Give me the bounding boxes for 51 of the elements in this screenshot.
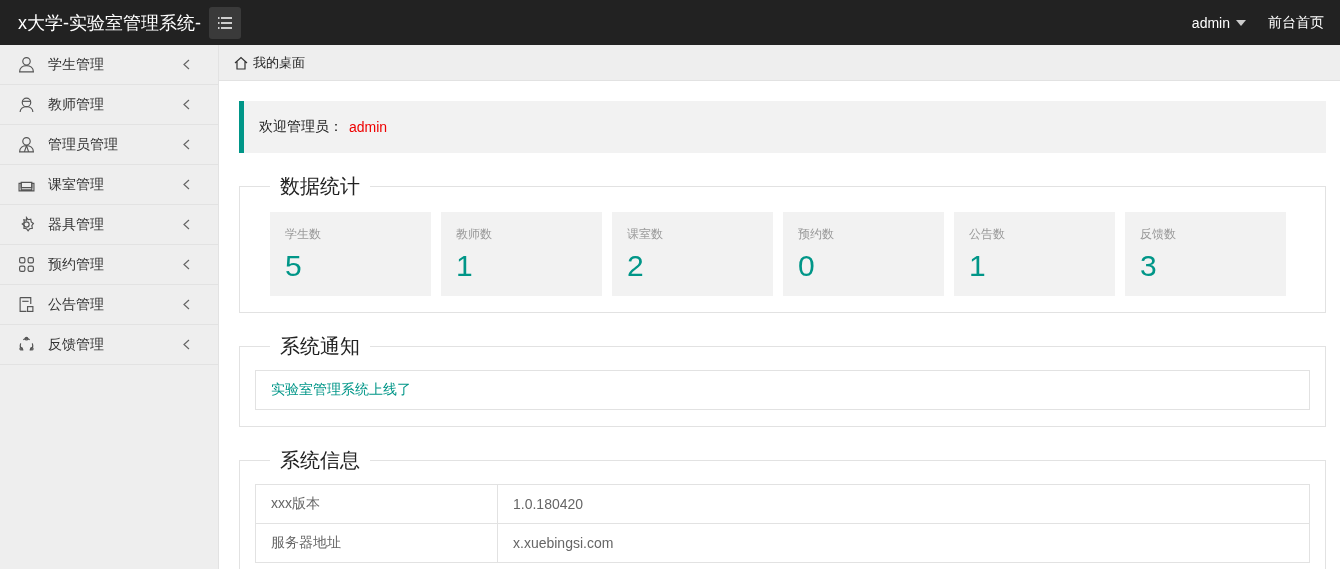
chevron-icon <box>183 219 190 230</box>
section-title: 系统通知 <box>279 334 361 359</box>
admin-icon <box>18 136 35 153</box>
grid-icon <box>18 256 35 273</box>
user-menu[interactable]: admin <box>1191 14 1246 31</box>
admin-name: admin <box>349 119 388 135</box>
document-icon <box>18 296 35 313</box>
chevron-icon <box>183 59 190 70</box>
stat-label: 课室数 <box>627 226 664 243</box>
table-cell: 服务器地址 <box>255 523 498 563</box>
user-icon <box>18 56 35 73</box>
stat-label: 教师数 <box>456 226 493 243</box>
section-title: 数据统计 <box>279 174 361 199</box>
stat-value: 3 <box>1140 249 1158 283</box>
stat-value: 1 <box>969 249 987 283</box>
sidebar-item[interactable]: 课室管理 <box>0 165 218 205</box>
menu-icon <box>217 16 233 29</box>
stat-value: 5 <box>285 249 303 283</box>
desktop-tab[interactable]: 我的桌面 <box>234 53 305 72</box>
stat-label: 公告数 <box>969 226 1006 243</box>
sidebar-item[interactable]: 学生管理 <box>0 45 218 85</box>
home-link[interactable]: 前台首页 <box>1268 13 1324 32</box>
sidebar-item[interactable]: 预约管理 <box>0 245 218 285</box>
sidebar-item[interactable]: 反馈管理 <box>0 325 218 365</box>
app-title: x大学-实验室管理系统- <box>18 11 201 35</box>
section-title: 系统信息 <box>279 448 361 473</box>
chevron-icon <box>183 339 190 350</box>
sidebar-item[interactable]: 器具管理 <box>0 205 218 245</box>
stat-label: 反馈数 <box>1140 226 1177 243</box>
stat-value: 2 <box>627 249 645 283</box>
stat-label: 学生数 <box>285 226 322 243</box>
sidebar-item[interactable]: 管理员管理 <box>0 125 218 165</box>
table-cell: x.xuebingsi.com <box>497 523 1310 563</box>
welcome-text: 欢迎管理员： <box>259 118 343 136</box>
chevron-icon <box>183 299 190 310</box>
sidebar-item[interactable]: 教师管理 <box>0 85 218 125</box>
table-cell: xxx版本 <box>255 484 498 524</box>
chevron-icon <box>183 99 190 110</box>
chevron-icon <box>183 259 190 270</box>
chevron-icon <box>183 179 190 190</box>
menu-button[interactable] <box>209 6 241 39</box>
sidebar-item[interactable]: 公告管理 <box>0 285 218 325</box>
stat-label: 预约数 <box>798 226 835 243</box>
notice-link[interactable]: 实验室管理系统上线了 <box>255 370 1310 410</box>
table-cell: 1.0.180420 <box>497 484 1310 524</box>
caret-icon <box>1236 19 1246 26</box>
home-icon <box>234 55 248 70</box>
stat-value: 1 <box>456 249 474 283</box>
stat-value: 0 <box>798 249 816 283</box>
chevron-icon <box>183 139 190 150</box>
headset-icon <box>18 96 35 113</box>
